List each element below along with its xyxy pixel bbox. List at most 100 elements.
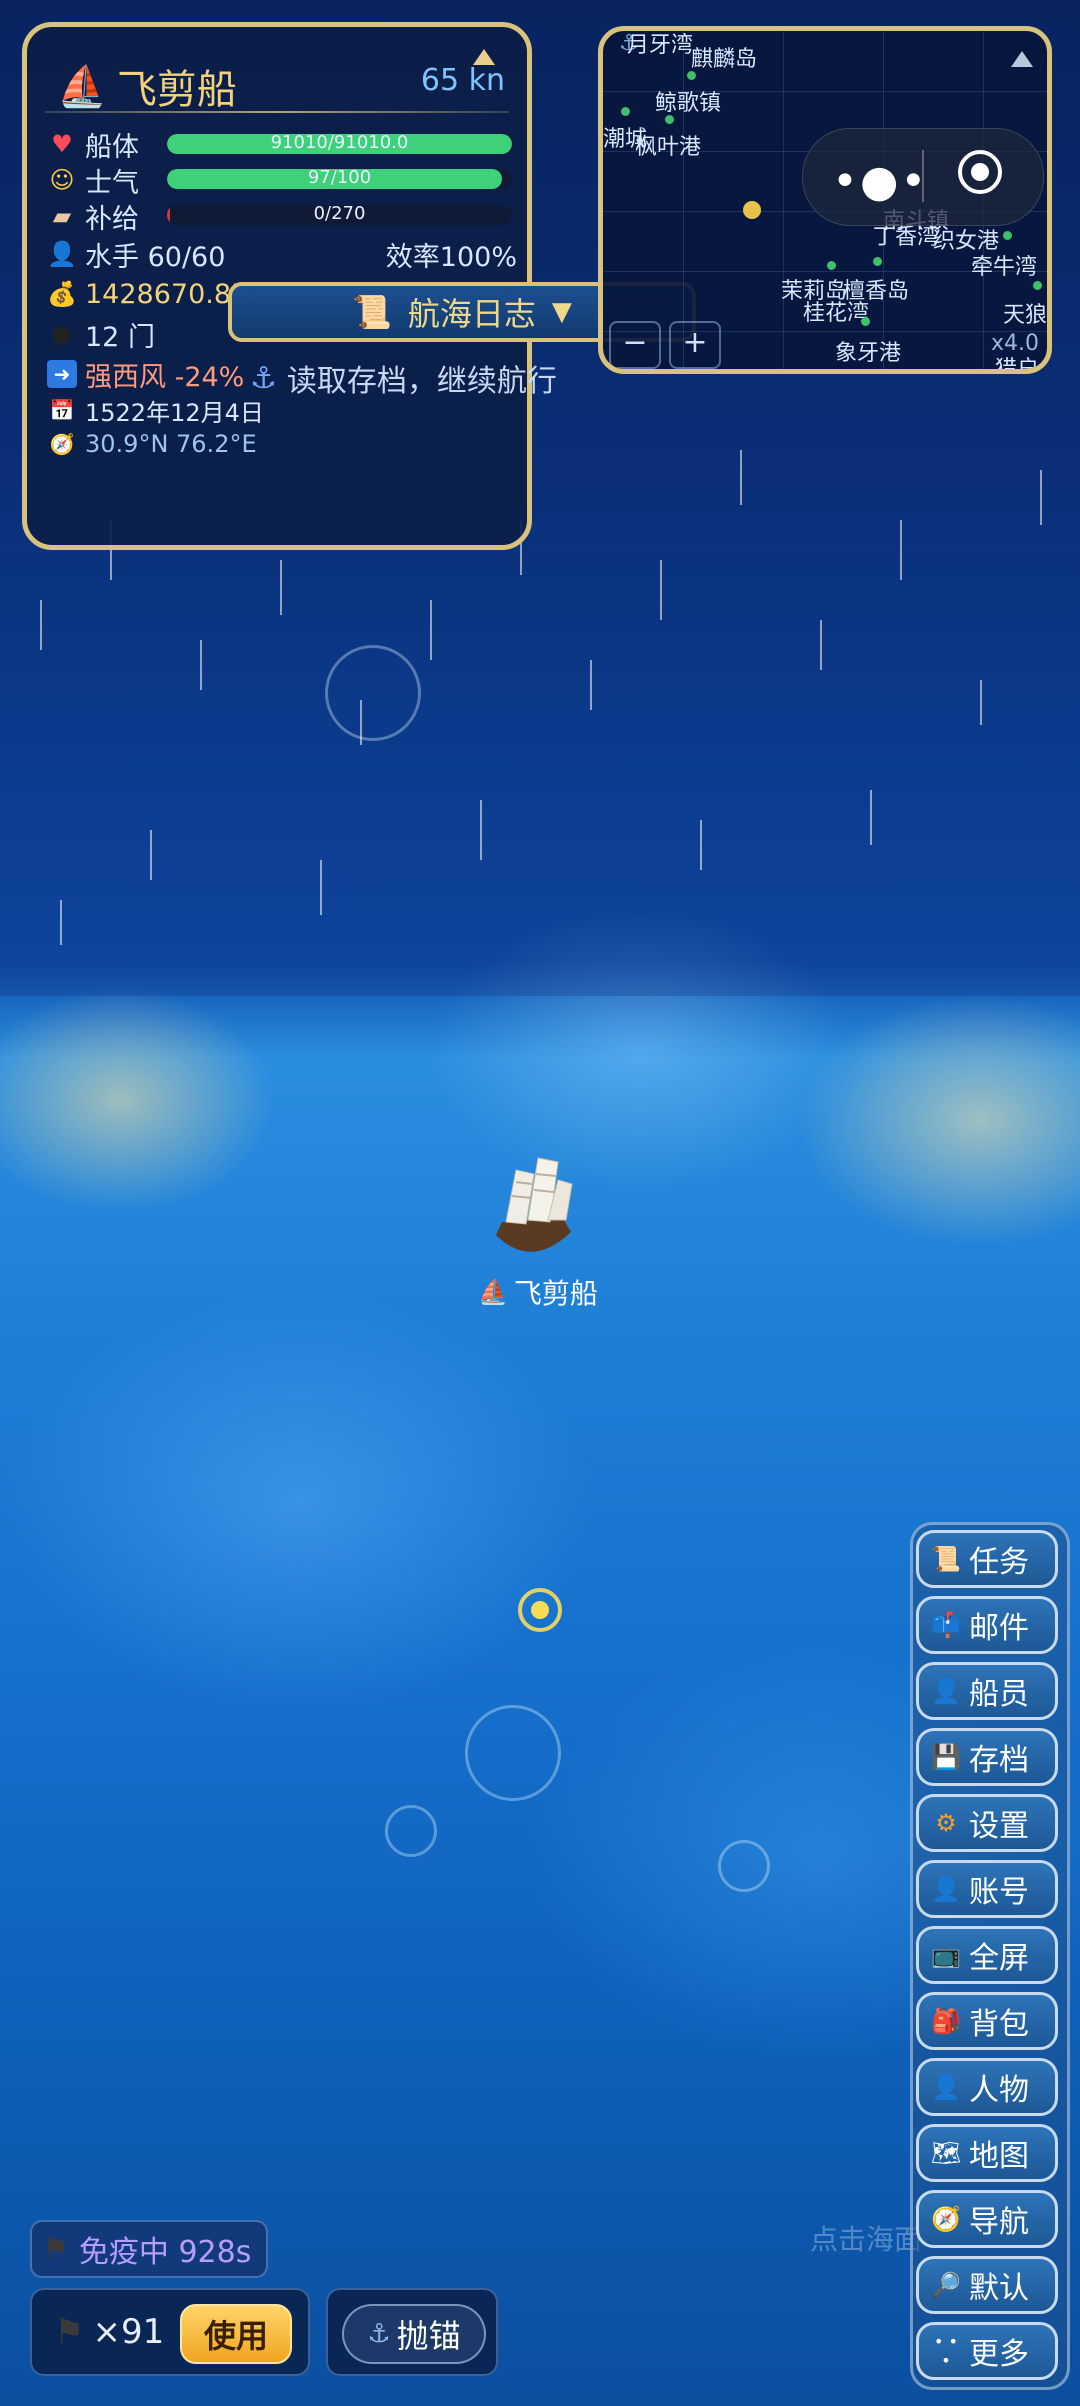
immunity-status: ⚑ 免疫中 928s bbox=[30, 2220, 268, 2278]
game-date: 1522年12月4日 bbox=[85, 398, 264, 427]
quest-button[interactable]: 📜 任务 bbox=[916, 1530, 1058, 1588]
port-dot bbox=[861, 317, 870, 326]
navigation-button[interactable]: 🧭 导航 bbox=[916, 2190, 1058, 2248]
menu-label: 导航 bbox=[969, 2205, 1029, 2240]
menu-label: 设置 bbox=[969, 1809, 1029, 1844]
capsule-divider bbox=[922, 150, 924, 202]
menu-label: 背包 bbox=[969, 2007, 1029, 2042]
port-dot bbox=[827, 261, 836, 270]
destination-marker-icon[interactable] bbox=[518, 1588, 562, 1632]
anchor-icon: ⚓ bbox=[250, 360, 277, 396]
minimap-collapse-icon[interactable] bbox=[1011, 51, 1033, 67]
character-button[interactable]: 👤 人物 bbox=[916, 2058, 1058, 2116]
morale-label: 士气 bbox=[85, 167, 139, 199]
wind-status: 强西风 -24% bbox=[85, 361, 245, 393]
map-button[interactable]: 🗺 地图 bbox=[916, 2124, 1058, 2182]
cannon-count: 12 门 bbox=[85, 321, 155, 353]
port-label[interactable]: 枫叶港 bbox=[635, 129, 701, 161]
log-hint-text: 读取存档，继续航行 bbox=[286, 364, 557, 399]
heart-icon: ♥ bbox=[51, 130, 73, 158]
close-miniprogram-icon[interactable] bbox=[958, 150, 1002, 194]
date-row: 📅 1522年12月4日 bbox=[47, 393, 264, 427]
save-button[interactable]: 💾 存档 bbox=[916, 1728, 1058, 1786]
port-label[interactable]: 鲸歌镇 bbox=[655, 85, 721, 117]
scroll-icon: 📜 bbox=[931, 1545, 961, 1573]
gear-icon: ⚙ bbox=[935, 1809, 957, 1837]
flag-icon: ⚑ bbox=[42, 2231, 69, 2267]
menu-label: 默认 bbox=[969, 2271, 1029, 2306]
flag-count: ⚑ ×91 bbox=[54, 2312, 164, 2352]
settings-button[interactable]: ⚙ 设置 bbox=[916, 1794, 1058, 1852]
menu-label: 任务 bbox=[969, 1545, 1029, 1580]
arrow-right-icon: ➜ bbox=[47, 360, 77, 388]
port-dot bbox=[873, 257, 882, 266]
menu-label: 地图 bbox=[969, 2139, 1029, 2174]
dots-icon: • • • bbox=[934, 2332, 958, 2370]
morale-value: 97/100 bbox=[307, 169, 372, 188]
ship-label-text: 飞剪船 bbox=[513, 1277, 598, 1310]
morale-row: ☺ 士气 bbox=[47, 163, 139, 199]
menu-label: 全屏 bbox=[969, 1941, 1029, 1976]
player-position-dot bbox=[743, 201, 761, 219]
zoom-out-button[interactable]: − bbox=[609, 321, 661, 369]
supply-row: ▰ 补给 bbox=[47, 199, 139, 235]
tap-ripple bbox=[385, 1805, 437, 1857]
floppy-icon: 💾 bbox=[931, 1743, 961, 1771]
log-hint: ⚓ 读取存档，继续航行 bbox=[250, 356, 557, 400]
money-bag-icon: 💰 bbox=[47, 280, 77, 308]
wind-row: ➜ 强西风 -24% bbox=[47, 357, 245, 393]
use-flag-button[interactable]: 使用 bbox=[180, 2304, 292, 2364]
menu-label: 更多 bbox=[969, 2337, 1029, 2372]
supply-value: 0/270 bbox=[313, 205, 366, 224]
sailors-count: 水手 60/60 bbox=[85, 241, 226, 273]
cannons-row: ● 12 门 bbox=[47, 317, 155, 353]
ship-speed: 65 kn bbox=[420, 63, 505, 98]
sailboat-icon: ⛵ bbox=[478, 1278, 508, 1306]
default-button[interactable]: 🔎 默认 bbox=[916, 2256, 1058, 2314]
port-label[interactable]: 牵牛湾 bbox=[971, 249, 1037, 281]
map-gridline bbox=[783, 31, 784, 369]
anchor-panel: ⚓ 抛锚 bbox=[326, 2288, 498, 2376]
morale-bar: 97/100 bbox=[167, 169, 512, 189]
port-label[interactable]: 天狼 bbox=[1003, 297, 1047, 329]
player-ship-sprite[interactable] bbox=[476, 1140, 586, 1270]
supply-bar: 0/270 bbox=[167, 205, 512, 225]
port-label[interactable]: 月牙湾 bbox=[627, 31, 693, 59]
backpack-button[interactable]: 🎒 背包 bbox=[916, 1992, 1058, 2050]
position-row: 🧭 30.9°N 76.2°E bbox=[47, 427, 257, 461]
port-label[interactable]: 麒麟岛 bbox=[691, 41, 757, 73]
port-label[interactable]: 桂花湾 bbox=[803, 295, 869, 327]
dropdown-triangle-icon: ▼ bbox=[551, 297, 572, 327]
coordinates: 30.9°N 76.2°E bbox=[85, 430, 257, 458]
person-icon: 👤 bbox=[931, 2073, 961, 2101]
more-options-icon[interactable]: •●• bbox=[832, 156, 928, 207]
port-dot bbox=[687, 71, 696, 80]
ship-name-text: 飞剪船 bbox=[116, 67, 237, 113]
zoom-in-button[interactable]: + bbox=[669, 321, 721, 369]
smile-icon: ☺ bbox=[49, 166, 75, 194]
flag-count-text: ×91 bbox=[92, 2312, 165, 2352]
more-button[interactable]: • • • 更多 bbox=[916, 2322, 1058, 2380]
map-gridline bbox=[683, 31, 684, 369]
mail-button[interactable]: 📫 邮件 bbox=[916, 1596, 1058, 1654]
sailors-row: 👤 水手 60/60 效率100% bbox=[47, 237, 517, 273]
port-dot bbox=[665, 115, 674, 124]
crew-button[interactable]: 👤 船员 bbox=[916, 1662, 1058, 1720]
tap-ripple bbox=[325, 645, 421, 741]
port-dot bbox=[621, 107, 630, 116]
fullscreen-button[interactable]: 📺 全屏 bbox=[916, 1926, 1058, 1984]
bomb-icon: ● bbox=[51, 320, 73, 348]
menu-label: 邮件 bbox=[969, 1611, 1029, 1646]
port-label[interactable]: 象牙港 bbox=[835, 335, 901, 367]
flag-panel: ⚑ ×91 使用 bbox=[30, 2288, 310, 2376]
hull-value: 91010/91010.0 bbox=[270, 134, 409, 153]
menu-label: 人物 bbox=[969, 2073, 1029, 2108]
tv-icon: 📺 bbox=[931, 1941, 961, 1969]
efficiency: 效率100% bbox=[385, 241, 517, 273]
hull-label: 船体 bbox=[85, 131, 139, 163]
tap-ripple bbox=[718, 1840, 770, 1892]
drop-anchor-button[interactable]: ⚓ 抛锚 bbox=[342, 2304, 486, 2364]
menu-label: 存档 bbox=[969, 1743, 1029, 1778]
account-button[interactable]: 👤 账号 bbox=[916, 1860, 1058, 1918]
ship-name-label: ⛵ 飞剪船 bbox=[478, 1272, 598, 1312]
